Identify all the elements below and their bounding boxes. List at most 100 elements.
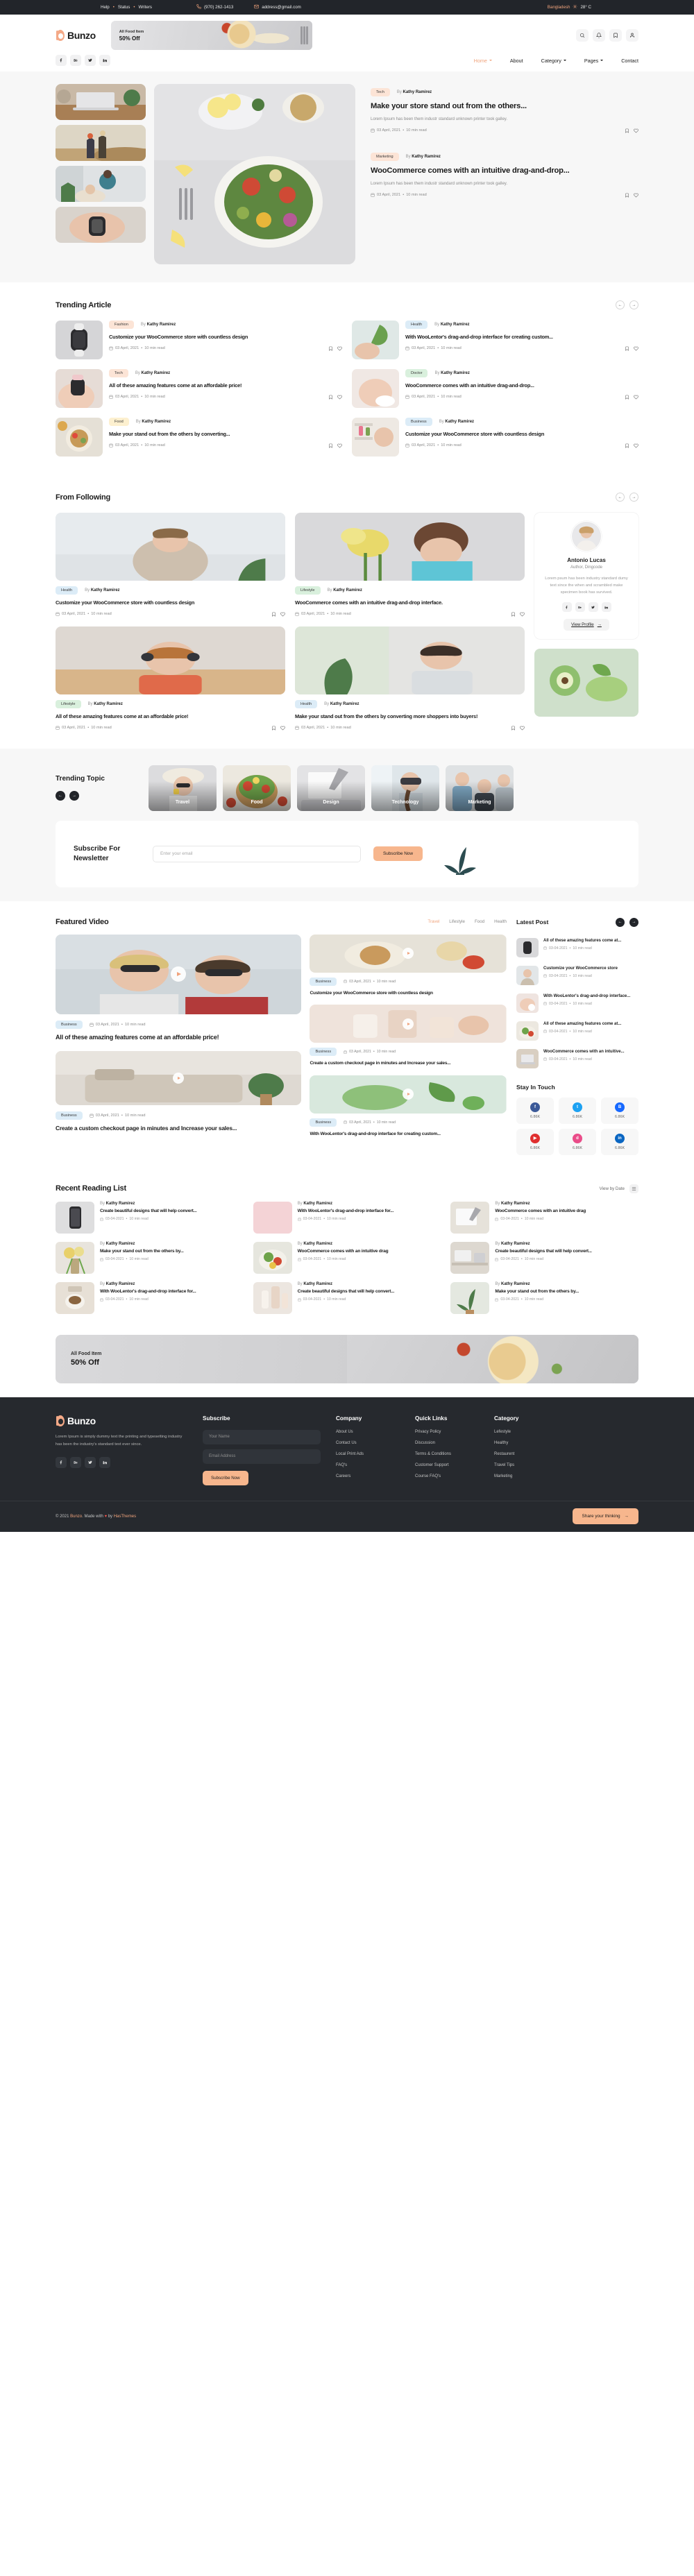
post-category-chip[interactable]: Business [405, 418, 432, 426]
post-title[interactable]: Customize your WooCommerce store with co… [56, 599, 285, 606]
footer-link[interactable]: Customer Support [415, 1463, 479, 1467]
article-thumbnail[interactable] [352, 321, 399, 359]
topbar-link-status[interactable]: Status [118, 5, 130, 10]
item-title[interactable]: WooCommerce comes with an intuitive drag [298, 1249, 441, 1255]
social-stat-twitter[interactable]: t 6.86K [559, 1097, 596, 1124]
post-category-chip[interactable]: Doctor [405, 369, 428, 377]
view-by-date-label[interactable]: View by Date [600, 1186, 625, 1191]
topbar-link-help[interactable]: Help [101, 5, 110, 10]
arrow-left-icon[interactable]: ← [56, 791, 65, 801]
card-image[interactable] [295, 513, 525, 581]
post-title[interactable]: All of these amazing features come at... [543, 938, 638, 944]
topic-card-design[interactable]: Design [297, 765, 365, 811]
hero-thumb-hikers[interactable] [56, 125, 146, 161]
item-thumbnail[interactable] [450, 1241, 490, 1274]
bell-icon[interactable] [593, 29, 605, 42]
heart-icon[interactable] [520, 612, 525, 617]
facebook-icon[interactable] [56, 55, 67, 66]
item-thumbnail[interactable] [253, 1241, 292, 1274]
post-category-chip[interactable]: Food [109, 418, 129, 426]
footer-link[interactable]: Marketing [494, 1474, 558, 1478]
post-thumbnail[interactable] [516, 993, 539, 1013]
item-title[interactable]: Make your stand out from the others by..… [495, 1289, 638, 1295]
item-thumbnail[interactable] [450, 1281, 490, 1314]
post-thumbnail[interactable] [516, 1048, 539, 1068]
video-card-small-3[interactable] [310, 1075, 507, 1114]
heart-icon[interactable] [634, 346, 638, 351]
post-category-chip[interactable]: Health [295, 699, 318, 708]
hero-thumb-smartwatch[interactable] [56, 207, 146, 243]
promo-banner[interactable]: All Food Item 50% Off [56, 1334, 638, 1383]
footer-link[interactable]: Local Print Ads [336, 1452, 400, 1456]
video-card-small-1[interactable] [310, 934, 507, 973]
post-title[interactable]: Customize your WooCommerce store with co… [310, 991, 507, 997]
card-image[interactable] [295, 626, 525, 694]
bookmark-icon[interactable] [625, 346, 629, 351]
bookmark-icon[interactable] [511, 726, 516, 731]
item-title[interactable]: WooCommerce comes with an intuitive drag [495, 1209, 638, 1215]
reading-list-item[interactable]: By Kathy Ramirez Create beautiful design… [253, 1281, 441, 1314]
trending-article-item[interactable]: Health By Kathy Ramirez With WooLentor's… [352, 321, 638, 359]
trending-article-item[interactable]: Doctor By Kathy Ramirez WooCommerce come… [352, 369, 638, 408]
topbar-link-writers[interactable]: Writers [139, 5, 152, 10]
user-icon[interactable] [626, 29, 638, 42]
post-thumbnail[interactable] [516, 1021, 539, 1041]
tab-lifestyle[interactable]: Lifestyle [449, 919, 465, 924]
play-icon[interactable] [173, 1073, 185, 1084]
article-thumbnail[interactable] [56, 321, 103, 359]
social-stat-facebook[interactable]: f 6.86K [516, 1097, 554, 1124]
trending-article-item[interactable]: Fashion By Kathy Ramirez Customize your … [56, 321, 342, 359]
post-category-chip[interactable]: Business [56, 1020, 83, 1029]
nav-item-pages[interactable]: Pages [584, 58, 604, 64]
bookmark-icon[interactable] [625, 193, 629, 198]
facebook-icon[interactable] [56, 1456, 67, 1468]
post-title[interactable]: WooCommerce comes with an intuitive... [543, 1049, 638, 1055]
footer-link[interactable]: About Us [336, 1430, 400, 1434]
heart-icon[interactable] [280, 726, 285, 731]
item-title[interactable]: Create beautiful designs that will help … [298, 1289, 441, 1295]
post-category-chip[interactable]: Health [56, 586, 78, 595]
hero-post[interactable]: Tech By Kathy Ramirez Make your store st… [371, 84, 638, 133]
article-thumbnail[interactable] [352, 369, 399, 408]
topic-card-marketing[interactable]: Marketing [446, 765, 514, 811]
topic-card-technology[interactable]: Technology [371, 765, 439, 811]
item-title[interactable]: Create beautiful designs that will help … [100, 1209, 244, 1215]
bookmark-icon[interactable] [271, 726, 276, 731]
item-thumbnail[interactable] [253, 1281, 292, 1314]
post-title[interactable]: Customize your WooCommerce store with co… [405, 431, 638, 438]
play-icon[interactable] [403, 1089, 414, 1100]
bookmark-icon[interactable] [271, 612, 276, 617]
latest-post-item[interactable]: Customize your WooCommerce store 03-04-2… [516, 962, 638, 989]
following-side-image[interactable] [534, 649, 638, 717]
social-stat-youtube[interactable]: ▶ 6.86K [516, 1128, 554, 1155]
post-category-chip[interactable]: Business [310, 977, 337, 986]
reading-list-item[interactable]: By Kathy Ramirez With WooLentor's drag-a… [253, 1201, 441, 1234]
item-thumbnail[interactable] [56, 1241, 94, 1274]
heart-icon[interactable] [337, 395, 342, 400]
trending-article-item[interactable]: Food By Kathy Ramirez Make your stand ou… [56, 418, 342, 457]
post-title[interactable]: All of these amazing features come at... [543, 1021, 638, 1027]
footer-link[interactable]: Contact Us [336, 1441, 400, 1445]
reading-list-item[interactable]: By Kathy Ramirez Make your stand out fro… [450, 1281, 638, 1314]
arrow-right-icon[interactable]: → [629, 493, 638, 502]
item-title[interactable]: With WooLentor's drag-and-drop interface… [298, 1209, 441, 1215]
footer-link[interactable]: Restaurent [494, 1452, 558, 1456]
hero-thumb-doctor[interactable] [56, 166, 146, 202]
social-stat-behance[interactable]: B 6.86K [601, 1097, 638, 1124]
heart-icon[interactable] [520, 726, 525, 731]
post-title[interactable]: WooCommerce comes with an intuitive drag… [405, 382, 638, 389]
post-title[interactable]: All of these amazing features come at an… [56, 1034, 301, 1042]
post-thumbnail[interactable] [516, 965, 539, 985]
bookmark-icon[interactable] [511, 612, 516, 617]
post-category-chip[interactable]: Business [310, 1048, 337, 1057]
post-title[interactable]: All of these amazing features come at an… [56, 713, 285, 720]
linkedin-icon[interactable] [99, 55, 110, 66]
search-icon[interactable] [576, 29, 589, 42]
arrow-right-icon[interactable]: → [629, 917, 638, 927]
hero-featured-image[interactable] [154, 84, 355, 264]
trending-article-item[interactable]: Business By Kathy Ramirez Customize your… [352, 418, 638, 457]
reading-list-item[interactable]: By Kathy Ramirez Create beautiful design… [56, 1201, 244, 1234]
bookmark-icon[interactable] [328, 395, 333, 400]
article-thumbnail[interactable] [56, 418, 103, 457]
footer-logo[interactable]: Bunzo [56, 1415, 187, 1426]
